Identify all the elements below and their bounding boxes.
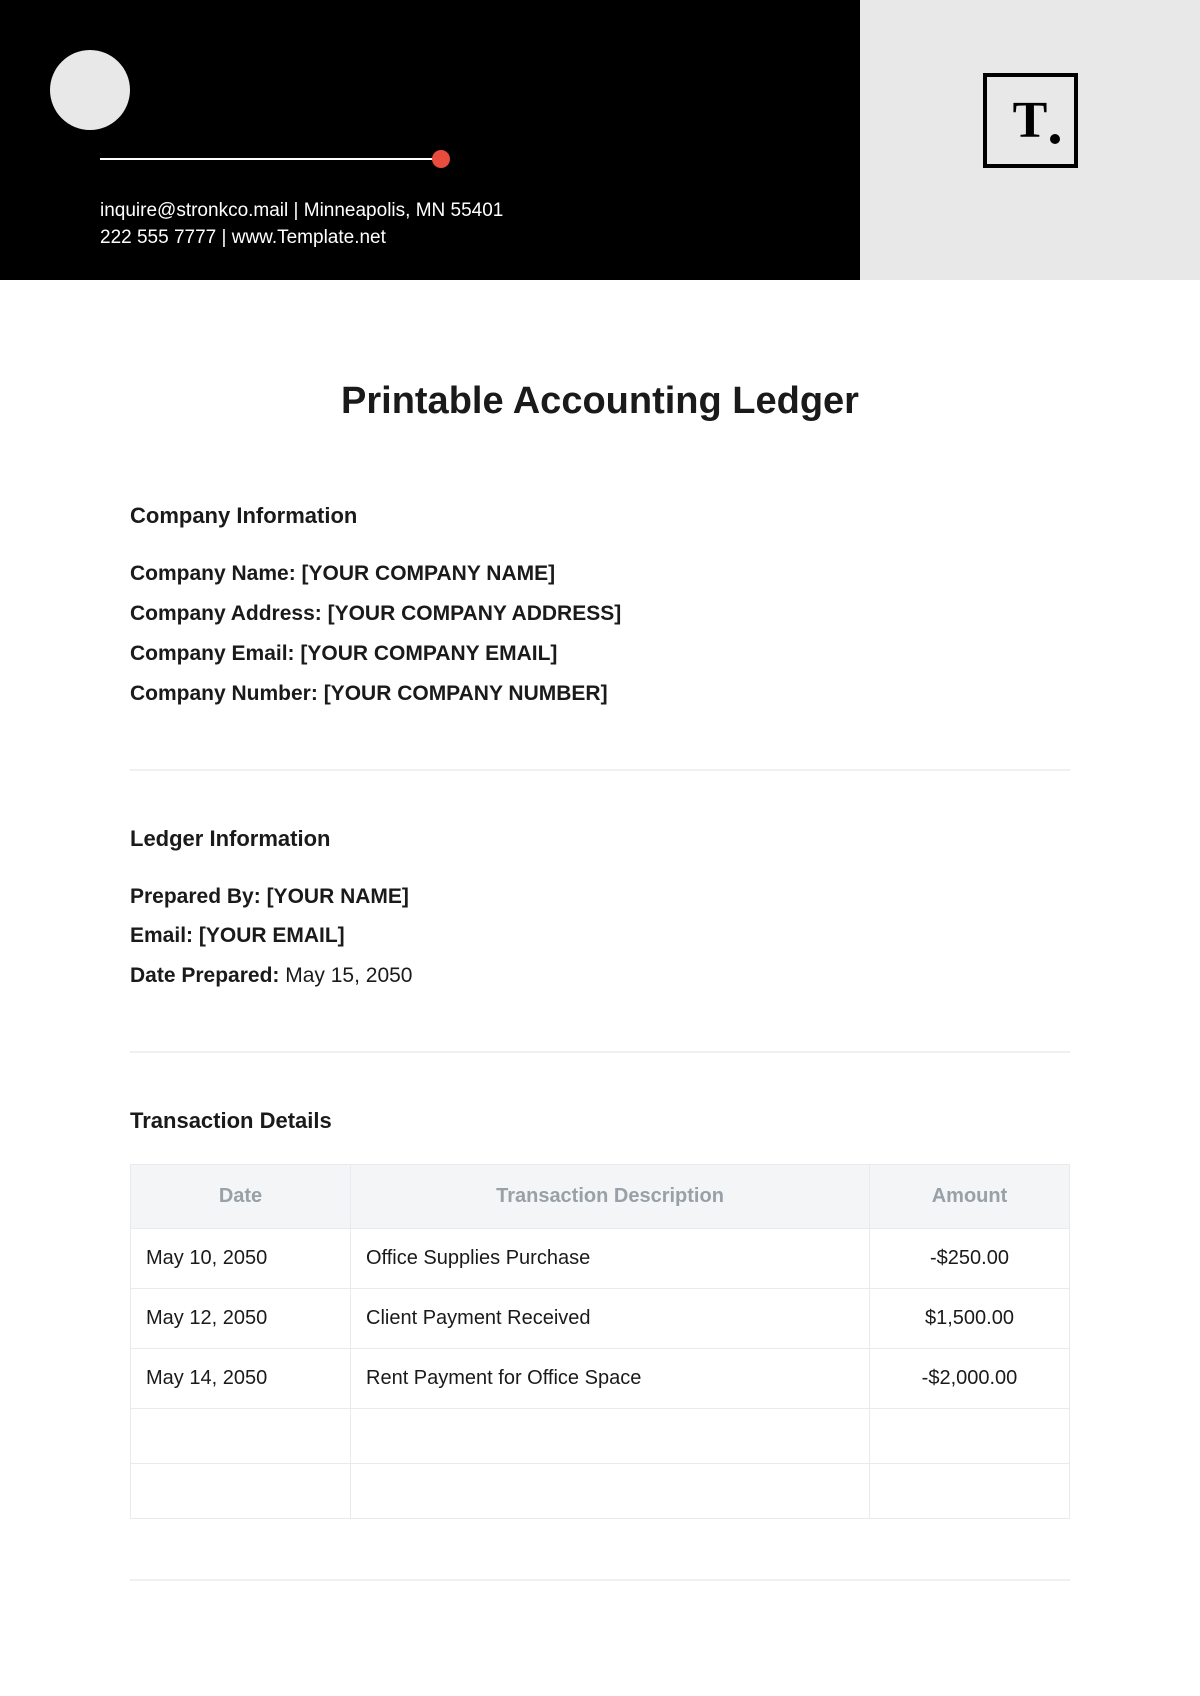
header-black-panel: inquire@stronkco.mail | Minneapolis, MN … bbox=[0, 0, 860, 280]
cell-description: Rent Payment for Office Space bbox=[351, 1349, 870, 1409]
cell-amount: -$2,000.00 bbox=[870, 1349, 1070, 1409]
date-prepared-value: May 15, 2050 bbox=[285, 964, 412, 987]
cell-description bbox=[351, 1409, 870, 1464]
transactions-heading: Transaction Details bbox=[130, 1108, 1070, 1134]
header-line bbox=[100, 158, 440, 160]
cell-date: May 12, 2050 bbox=[131, 1289, 351, 1349]
company-name-line: Company Name: [YOUR COMPANY NAME] bbox=[130, 554, 1070, 594]
prepared-by-label: Prepared By: bbox=[130, 885, 267, 908]
company-info-heading: Company Information bbox=[130, 503, 1070, 529]
cell-date: May 10, 2050 bbox=[131, 1229, 351, 1289]
document-header: inquire@stronkco.mail | Minneapolis, MN … bbox=[0, 0, 1200, 280]
ledger-info-section: Ledger Information Prepared By: [YOUR NA… bbox=[130, 826, 1070, 997]
cell-amount: $1,500.00 bbox=[870, 1289, 1070, 1349]
company-email-value: [YOUR COMPANY EMAIL] bbox=[300, 642, 557, 665]
header-red-dot-icon bbox=[432, 150, 450, 168]
table-header-row: Date Transaction Description Amount bbox=[131, 1165, 1070, 1229]
cell-amount bbox=[870, 1464, 1070, 1519]
date-prepared-line: Date Prepared: May 15, 2050 bbox=[130, 956, 1070, 996]
cell-amount: -$250.00 bbox=[870, 1229, 1070, 1289]
cell-description bbox=[351, 1464, 870, 1519]
cell-description: Client Payment Received bbox=[351, 1289, 870, 1349]
prepared-email-line: Email: [YOUR EMAIL] bbox=[130, 916, 1070, 956]
logo-text: T bbox=[1013, 91, 1048, 150]
company-number-line: Company Number: [YOUR COMPANY NUMBER] bbox=[130, 674, 1070, 714]
transactions-table: Date Transaction Description Amount May … bbox=[130, 1164, 1070, 1519]
logo-box: T bbox=[983, 73, 1078, 168]
logo-dot-icon bbox=[1050, 134, 1060, 144]
divider bbox=[130, 1051, 1070, 1053]
table-header-description: Transaction Description bbox=[351, 1165, 870, 1229]
contact-line-2: 222 555 7777 | www.Template.net bbox=[100, 225, 860, 252]
transactions-section: Transaction Details Date Transaction Des… bbox=[130, 1108, 1070, 1519]
table-header-amount: Amount bbox=[870, 1165, 1070, 1229]
cell-amount bbox=[870, 1409, 1070, 1464]
table-row: May 14, 2050 Rent Payment for Office Spa… bbox=[131, 1349, 1070, 1409]
contact-line-1: inquire@stronkco.mail | Minneapolis, MN … bbox=[100, 198, 860, 225]
header-line-decoration bbox=[100, 150, 860, 168]
table-header-date: Date bbox=[131, 1165, 351, 1229]
prepared-email-label: Email: bbox=[130, 924, 199, 947]
cell-date: May 14, 2050 bbox=[131, 1349, 351, 1409]
contact-info: inquire@stronkco.mail | Minneapolis, MN … bbox=[100, 198, 860, 251]
table-row bbox=[131, 1464, 1070, 1519]
company-number-label: Company Number: bbox=[130, 682, 324, 705]
date-prepared-label: Date Prepared: bbox=[130, 964, 285, 987]
table-row: May 10, 2050 Office Supplies Purchase -$… bbox=[131, 1229, 1070, 1289]
header-circle-icon bbox=[50, 50, 130, 130]
divider bbox=[130, 1579, 1070, 1581]
company-email-line: Company Email: [YOUR COMPANY EMAIL] bbox=[130, 634, 1070, 674]
divider bbox=[130, 769, 1070, 771]
table-row bbox=[131, 1409, 1070, 1464]
page-title: Printable Accounting Ledger bbox=[130, 380, 1070, 423]
company-name-label: Company Name: bbox=[130, 562, 302, 585]
cell-date bbox=[131, 1464, 351, 1519]
cell-description: Office Supplies Purchase bbox=[351, 1229, 870, 1289]
document-content: Printable Accounting Ledger Company Info… bbox=[0, 280, 1200, 1641]
prepared-by-value: [YOUR NAME] bbox=[267, 885, 409, 908]
table-row: May 12, 2050 Client Payment Received $1,… bbox=[131, 1289, 1070, 1349]
prepared-email-value: [YOUR EMAIL] bbox=[199, 924, 345, 947]
header-gray-panel: T bbox=[860, 0, 1200, 280]
company-address-value: [YOUR COMPANY ADDRESS] bbox=[328, 602, 622, 625]
cell-date bbox=[131, 1409, 351, 1464]
company-address-label: Company Address: bbox=[130, 602, 328, 625]
company-email-label: Company Email: bbox=[130, 642, 300, 665]
company-info-section: Company Information Company Name: [YOUR … bbox=[130, 503, 1070, 714]
ledger-info-heading: Ledger Information bbox=[130, 826, 1070, 852]
prepared-by-line: Prepared By: [YOUR NAME] bbox=[130, 877, 1070, 917]
company-name-value: [YOUR COMPANY NAME] bbox=[302, 562, 556, 585]
company-address-line: Company Address: [YOUR COMPANY ADDRESS] bbox=[130, 594, 1070, 634]
company-number-value: [YOUR COMPANY NUMBER] bbox=[324, 682, 608, 705]
